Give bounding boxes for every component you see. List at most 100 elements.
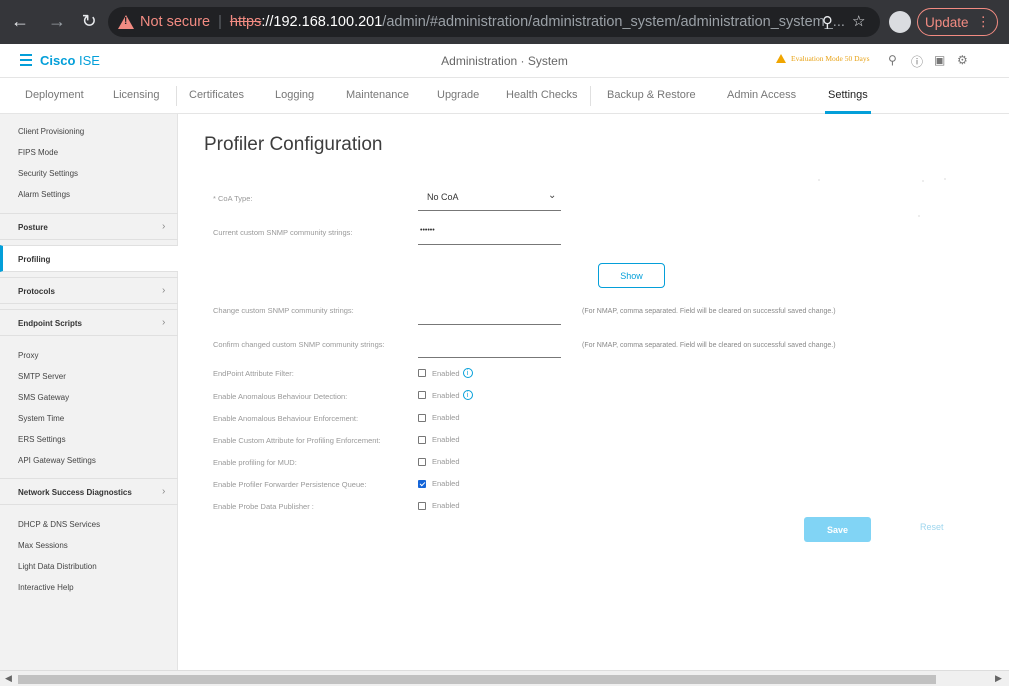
probe-data-publisher-label: Enable Probe Data Publisher : [213,502,314,511]
sidebar-group-endpoint-scripts[interactable]: Endpoint Scripts › [0,309,178,336]
coa-type-value: No CoA [427,192,459,202]
save-button[interactable]: Save [804,517,871,542]
dashboard-icon[interactable]: ▣ [934,53,945,67]
url-scheme: https [229,14,262,30]
forwarder-persistence-label: Enable Profiler Forwarder Persistence Qu… [213,480,367,489]
sidebar-item-max-sessions[interactable]: Max Sessions [18,541,68,550]
anomalous-enforcement-checkbox[interactable] [418,413,426,422]
enabled-label: Enabled [432,390,460,400]
omnibox-separator: | [218,14,222,30]
forwarder-persistence-option[interactable]: Enabled [418,479,460,488]
sidebar-item-network-success: Network Success Diagnostics [18,488,132,497]
evaluation-text: Evaluation Mode 50 Days [791,54,870,63]
chevron-right-icon: › [162,285,166,296]
tab-settings[interactable]: Settings [828,89,868,101]
enabled-label: Enabled [432,501,460,510]
sidebar-item-profiling: Profiling [18,255,51,264]
info-icon[interactable]: i [462,390,473,400]
reset-button[interactable]: Reset [920,522,944,532]
page-title: Profiler Configuration [204,134,383,155]
sidebar-item-sms-gateway[interactable]: SMS Gateway [18,393,69,402]
sidebar-item-interactive-help[interactable]: Interactive Help [18,583,74,592]
probe-data-publisher-option[interactable]: Enabled [418,501,460,510]
reload-icon[interactable]: ↻ [78,11,100,32]
decorative-dot [944,178,946,180]
tab-health-checks[interactable]: Health Checks [506,89,578,101]
bookmark-star-icon[interactable]: ☆ [852,12,865,30]
profile-avatar[interactable] [889,11,911,33]
endpoint-attribute-filter-checkbox[interactable] [418,369,426,377]
endpoint-attribute-filter-label: EndPoint Attribute Filter: [213,369,294,378]
enabled-label: Enabled [432,368,460,378]
settings-sidebar: Client Provisioning FIPS Mode Security S… [0,114,178,670]
scroll-right-icon[interactable]: ▶ [995,673,1002,684]
coa-type-select[interactable]: No CoA ⌄ [418,184,561,211]
tab-admin-access[interactable]: Admin Access [727,89,796,101]
tab-logging[interactable]: Logging [275,89,314,101]
custom-attribute-checkbox[interactable] [418,435,426,444]
update-button[interactable]: Update ⋮ [917,8,998,36]
sidebar-item-system-time[interactable]: System Time [18,414,64,423]
help-icon[interactable]: ⓘ [911,53,923,70]
sidebar-group-profiling[interactable]: Profiling [0,245,178,272]
tab-separator [176,86,177,106]
decorative-dot [918,215,920,217]
tab-deployment[interactable]: Deployment [25,89,84,101]
tab-upgrade[interactable]: Upgrade [437,89,479,101]
forwarder-persistence-checkbox[interactable] [418,479,426,488]
sidebar-item-security-settings[interactable]: Security Settings [18,169,78,178]
tab-certificates[interactable]: Certificates [189,89,244,101]
sidebar-item-light-data-distribution[interactable]: Light Data Distribution [18,562,97,571]
scroll-left-icon[interactable]: ◀ [5,673,12,684]
address-bar[interactable]: Not secure | https ://192.168.100.201/ad… [108,7,880,37]
zoom-icon[interactable]: ⚲ [822,13,833,31]
ise-app: Cisco ISE Administration · System Evalua… [0,44,1009,686]
coa-type-label: * CoA Type: [213,194,253,203]
probe-data-publisher-checkbox[interactable] [418,501,426,510]
tab-licensing[interactable]: Licensing [113,89,159,101]
profiling-mud-option[interactable]: Enabled [418,457,460,466]
horizontal-scrollbar[interactable]: ◀ ▶ [0,670,1009,686]
sidebar-group-network-success[interactable]: Network Success Diagnostics › [0,478,178,505]
search-icon[interactable]: ⚲ [888,53,897,67]
sidebar-item-ers-settings[interactable]: ERS Settings [18,435,66,444]
info-icon[interactable]: i [462,368,473,378]
gear-icon[interactable]: ⚙ [957,53,968,67]
anomalous-detection-checkbox[interactable] [418,391,426,399]
sidebar-item-api-gateway[interactable]: API Gateway Settings [18,456,96,465]
tab-separator [590,86,591,106]
back-icon[interactable]: ← [9,11,31,32]
sidebar-item-smtp-server[interactable]: SMTP Server [18,372,66,381]
snmp-change-label: Change custom SNMP community strings: [213,306,354,315]
snmp-current-label: Current custom SNMP community strings: [213,228,353,237]
menu-dots-icon: ⋮ [976,14,991,29]
sidebar-group-protocols[interactable]: Protocols › [0,277,178,304]
decorative-dot [818,179,820,181]
sidebar-item-endpoint-scripts: Endpoint Scripts [18,319,82,328]
forward-icon[interactable]: → [46,11,68,32]
sidebar-item-alarm-settings[interactable]: Alarm Settings [18,190,70,199]
anomalous-detection-option[interactable]: Enabled i [418,390,473,400]
snmp-change-field[interactable] [418,295,561,325]
sidebar-item-posture: Posture [18,223,48,232]
scrollbar-thumb[interactable] [18,675,936,684]
tab-backup-restore[interactable]: Backup & Restore [607,89,696,101]
sidebar-item-dhcp-dns[interactable]: DHCP & DNS Services [18,520,100,529]
endpoint-attribute-filter-option[interactable]: Enabled i [418,368,473,378]
app-header: Cisco ISE Administration · System Evalua… [0,44,1009,78]
snmp-current-value: •••••• [420,227,435,234]
profiling-mud-checkbox[interactable] [418,457,426,466]
tab-maintenance[interactable]: Maintenance [346,89,409,101]
url-path: /admin/#administration/administration_sy… [382,14,845,30]
sidebar-item-fips-mode[interactable]: FIPS Mode [18,148,58,157]
snmp-confirm-field[interactable] [418,328,561,358]
custom-attribute-option[interactable]: Enabled [418,435,460,444]
evaluation-badge[interactable]: Evaluation Mode 50 Days [776,54,870,63]
sidebar-group-posture[interactable]: Posture › [0,213,178,240]
snmp-current-field[interactable]: •••••• [418,217,561,245]
sidebar-item-proxy[interactable]: Proxy [18,351,38,360]
anomalous-enforcement-option[interactable]: Enabled [418,413,460,422]
show-button[interactable]: Show [598,263,665,288]
sidebar-item-client-provisioning[interactable]: Client Provisioning [18,127,84,136]
snmp-confirm-hint: (For NMAP, comma separated. Field will b… [582,342,836,349]
